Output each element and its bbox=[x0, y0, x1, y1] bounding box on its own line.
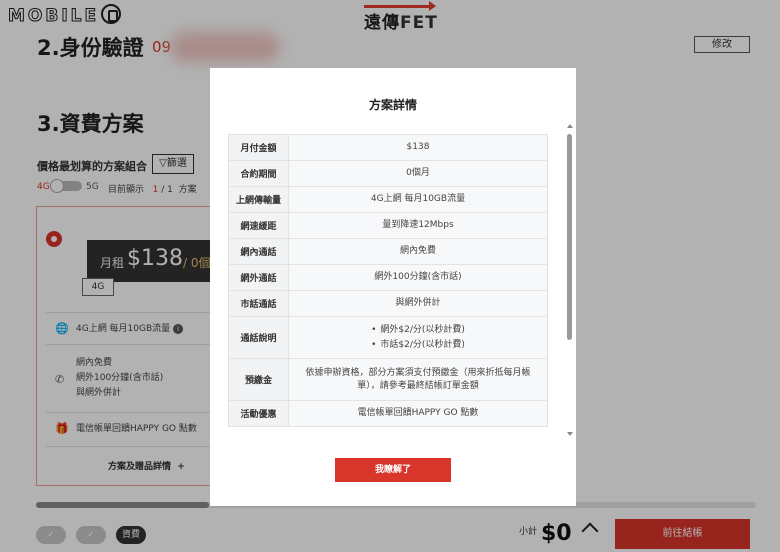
row-value: 4G上網 每月10GB流量 bbox=[288, 186, 548, 213]
row-value: 量到降速12Mbps bbox=[288, 212, 548, 239]
row-label: 月付金額 bbox=[228, 134, 289, 161]
table-row: 上網傳輸量 4G上網 每月10GB流量 bbox=[228, 186, 548, 213]
plan-detail-table-scroll[interactable]: 月付金額 $138 合約期間 0個月 上網傳輸量 4G上網 每月10GB流量 網… bbox=[228, 134, 548, 437]
modal-scrollbar-thumb[interactable] bbox=[567, 134, 572, 340]
row-label: 預繳金 bbox=[228, 358, 289, 401]
scroll-down-arrow-icon[interactable] bbox=[567, 432, 573, 436]
row-label: 活動優惠 bbox=[228, 400, 289, 427]
list-item: 網外$2/分(以秒計費) bbox=[295, 323, 541, 338]
row-value: 依據申辦資格，部分方案須支付預繳金（用來折抵每月帳單），請參考最終結帳訂單金額 bbox=[288, 358, 548, 401]
row-label: 上網傳輸量 bbox=[228, 186, 289, 213]
table-row: 網內通話 網內免費 bbox=[228, 238, 548, 265]
table-row: 月付金額 $138 bbox=[228, 134, 548, 161]
row-value: 網內免費 bbox=[288, 238, 548, 265]
table-row: 預繳金 依據申辦資格，部分方案須支付預繳金（用來折抵每月帳單），請參考最終結帳訂… bbox=[228, 358, 548, 401]
table-row: 活動優惠 電信帳單回饋HAPPY GO 點數 bbox=[228, 400, 548, 427]
scroll-up-arrow-icon[interactable] bbox=[567, 124, 573, 128]
understood-button[interactable]: 我瞭解了 bbox=[335, 458, 451, 482]
row-label: 市話通話 bbox=[228, 290, 289, 317]
row-value: 網外$2/分(以秒計費) 市話$2/分(以秒計費) bbox=[288, 316, 548, 359]
row-label: 合約期間 bbox=[228, 160, 289, 187]
table-row: 市話通話 與網外併計 bbox=[228, 290, 548, 317]
row-value: 網外100分鐘(含市話) bbox=[288, 264, 548, 291]
table-row: 通話說明 網外$2/分(以秒計費) 市話$2/分(以秒計費) bbox=[228, 316, 548, 359]
row-label: 網內通話 bbox=[228, 238, 289, 265]
call-rate-list: 網外$2/分(以秒計費) 市話$2/分(以秒計費) bbox=[295, 323, 541, 353]
modal-title: 方案詳情 bbox=[368, 98, 417, 112]
plan-detail-table: 月付金額 $138 合約期間 0個月 上網傳輸量 4G上網 每月10GB流量 網… bbox=[228, 134, 548, 427]
row-value: $138 bbox=[288, 134, 548, 161]
row-value: 0個月 bbox=[288, 160, 548, 187]
table-row: 網速緩距 量到降速12Mbps bbox=[228, 212, 548, 239]
row-value: 與網外併計 bbox=[288, 290, 548, 317]
plan-detail-modal: 方案詳情 月付金額 $138 合約期間 0個月 上網傳輸量 4G上網 每月10G… bbox=[210, 68, 576, 506]
row-value: 電信帳單回饋HAPPY GO 點數 bbox=[288, 400, 548, 427]
row-label: 網外通話 bbox=[228, 264, 289, 291]
list-item: 市話$2/分(以秒計費) bbox=[295, 338, 541, 353]
row-label: 通話說明 bbox=[228, 316, 289, 359]
table-row: 網外通話 網外100分鐘(含市話) bbox=[228, 264, 548, 291]
row-label: 網速緩距 bbox=[228, 212, 289, 239]
table-row: 合約期間 0個月 bbox=[228, 160, 548, 187]
